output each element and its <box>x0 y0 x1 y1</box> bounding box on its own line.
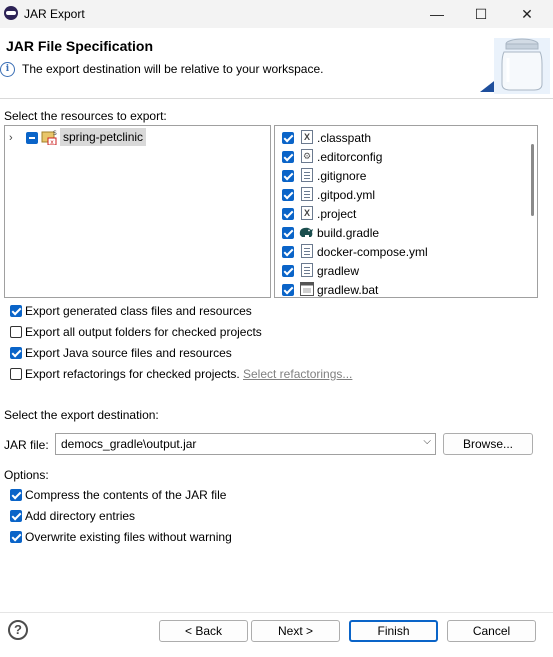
resources-label: Select the resources to export: <box>4 109 167 123</box>
list-item[interactable]: .gitignore <box>275 167 525 186</box>
file-name: gradlew <box>317 264 360 278</box>
file-checkbox[interactable] <box>282 227 294 239</box>
option-label: Compress the contents of the JAR file <box>25 488 227 502</box>
wizard-header: JAR File Specification i The export dest… <box>0 28 553 99</box>
cancel-button[interactable]: Cancel <box>447 620 536 642</box>
jar-file-combo[interactable]: democs_gradle\output.jar ⌵ <box>55 433 436 455</box>
list-item[interactable]: X .classpath <box>275 129 525 148</box>
info-icon: i <box>0 62 15 77</box>
browse-button[interactable]: Browse... <box>443 433 533 455</box>
jar-file-value: democs_gradle\output.jar <box>61 437 197 451</box>
title-bar: JAR Export — ☐ ✕ <box>0 0 553 28</box>
expand-chevron-icon[interactable]: › <box>9 132 13 144</box>
option-label: Add directory entries <box>25 509 136 523</box>
vertical-scrollbar[interactable] <box>531 144 534 216</box>
options-label: Options: <box>4 468 49 482</box>
minimize-button[interactable]: — <box>414 0 460 28</box>
x-file-icon: X <box>301 206 313 220</box>
option-label: Export all output folders for checked pr… <box>25 325 262 339</box>
next-button[interactable]: Next > <box>251 620 340 642</box>
file-checkbox[interactable] <box>282 132 294 144</box>
eclipse-app-icon <box>4 6 18 20</box>
text-file-icon <box>301 263 313 277</box>
checkbox[interactable] <box>10 326 22 338</box>
page-title: JAR File Specification <box>6 38 154 54</box>
file-name: .project <box>317 207 357 221</box>
file-checkbox[interactable] <box>282 284 294 296</box>
list-item[interactable]: build.gradle <box>275 224 525 243</box>
back-button[interactable]: < Back <box>159 620 248 642</box>
list-item[interactable]: ⚙ .editorconfig <box>275 148 525 167</box>
option-label: Overwrite existing files without warning <box>25 530 232 544</box>
java-project-icon: x S <box>41 130 57 145</box>
select-refactorings-link[interactable]: Select refactorings... <box>243 367 352 381</box>
file-checkbox[interactable] <box>282 151 294 163</box>
file-name: .gitpod.yml <box>317 188 376 202</box>
project-checkbox[interactable] <box>26 132 38 144</box>
svg-text:S: S <box>53 130 57 137</box>
checkbox[interactable] <box>10 368 22 380</box>
text-file-icon <box>301 187 313 201</box>
finish-button[interactable]: Finish <box>349 620 438 642</box>
file-name: .classpath <box>317 131 372 145</box>
list-item[interactable]: .gitpod.yml <box>275 186 525 205</box>
gradle-elephant-icon <box>299 227 313 237</box>
file-name: .gitignore <box>317 169 367 183</box>
project-tree[interactable]: › x S spring-petclinic <box>4 125 271 298</box>
option-label: Export generated class files and resourc… <box>25 304 252 318</box>
x-file-icon: X <box>301 130 313 144</box>
file-checkbox[interactable] <box>282 265 294 277</box>
file-list[interactable]: X .classpath ⚙ .editorconfig .gitignore … <box>274 125 538 298</box>
checkbox[interactable] <box>10 305 22 317</box>
tree-item-spring-petclinic[interactable]: spring-petclinic <box>60 128 147 146</box>
file-checkbox[interactable] <box>282 246 294 258</box>
option-label: Export Java source files and resources <box>25 346 232 360</box>
destination-label: Select the export destination: <box>4 408 159 422</box>
option-label: Export refactorings for checked projects… <box>25 367 240 381</box>
checkbox[interactable] <box>10 489 22 501</box>
svg-text:x: x <box>50 139 54 145</box>
close-button[interactable]: ✕ <box>504 0 550 28</box>
jar-banner-icon <box>480 38 550 94</box>
file-name: docker-compose.yml <box>317 245 428 259</box>
list-item[interactable]: X .project <box>275 205 525 224</box>
batch-file-icon <box>300 282 314 296</box>
jar-file-label: JAR file: <box>4 438 49 452</box>
list-item[interactable]: docker-compose.yml <box>275 243 525 262</box>
help-icon[interactable]: ? <box>8 620 28 640</box>
text-file-icon <box>301 168 313 182</box>
text-file-icon <box>301 244 313 258</box>
maximize-button[interactable]: ☐ <box>458 0 504 28</box>
checkbox[interactable] <box>10 347 22 359</box>
gear-file-icon: ⚙ <box>301 149 313 163</box>
list-item[interactable]: gradlew.bat <box>275 281 525 297</box>
file-checkbox[interactable] <box>282 208 294 220</box>
file-name: .editorconfig <box>317 150 383 164</box>
file-checkbox[interactable] <box>282 189 294 201</box>
divider <box>0 612 553 613</box>
tree-item-label: spring-petclinic <box>63 130 144 144</box>
file-name: build.gradle <box>317 226 380 240</box>
checkbox[interactable] <box>10 531 22 543</box>
chevron-down-icon[interactable]: ⌵ <box>423 436 431 447</box>
file-checkbox[interactable] <box>282 170 294 182</box>
header-message: The export destination will be relative … <box>22 62 324 76</box>
file-name: gradlew.bat <box>317 283 379 297</box>
checkbox[interactable] <box>10 510 22 522</box>
window-title: JAR Export <box>24 7 85 21</box>
list-item[interactable]: gradlew <box>275 262 525 281</box>
